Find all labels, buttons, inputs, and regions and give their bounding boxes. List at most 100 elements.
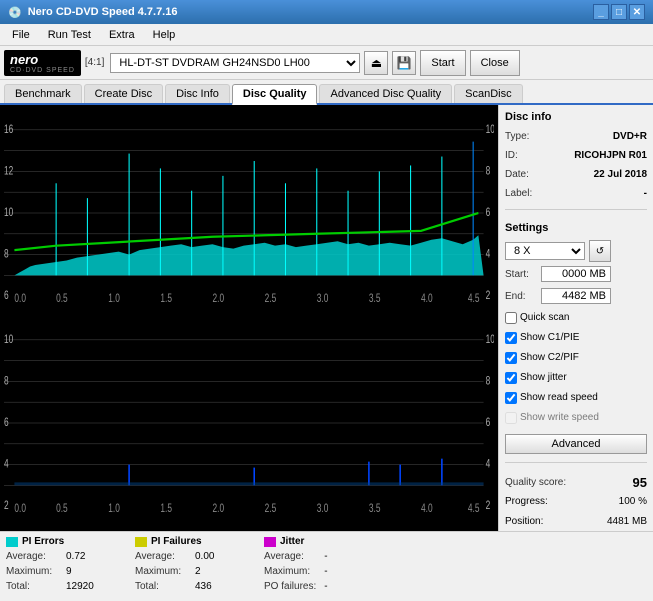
checkbox-c2-pif[interactable]: Show C2/PIF (505, 350, 647, 366)
pi-errors-total-value: 12920 (66, 579, 106, 594)
stat-group-pi-errors: PI Errors Average: 0.72 Maximum: 9 Total… (6, 536, 106, 594)
disc-date-value: 22 Jul 2018 (594, 167, 647, 182)
menu-extra[interactable]: Extra (101, 27, 143, 43)
close-button[interactable]: Close (470, 50, 520, 76)
svg-text:1.0: 1.0 (108, 503, 120, 516)
logo-subtext: CD·DVD SPEED (10, 67, 75, 74)
start-button[interactable]: Start (420, 50, 465, 76)
save-icon[interactable]: 💾 (392, 51, 416, 75)
jitter-color-box (264, 537, 276, 547)
checkbox-quick-scan[interactable]: Quick scan (505, 310, 647, 326)
speed-row: 8 X ↺ (505, 240, 647, 262)
refresh-icon[interactable]: ↺ (589, 240, 611, 262)
menu-help[interactable]: Help (145, 27, 184, 43)
svg-text:6: 6 (4, 417, 9, 430)
svg-text:2.0: 2.0 (213, 503, 225, 516)
tab-benchmark[interactable]: Benchmark (4, 84, 82, 103)
svg-text:8: 8 (486, 375, 491, 388)
svg-text:8: 8 (486, 165, 491, 178)
position-value: 4481 MB (607, 514, 647, 530)
pi-errors-label: PI Errors (22, 536, 64, 547)
disc-date-label: Date: (505, 167, 529, 182)
app-icon: 💿 (8, 6, 22, 19)
tab-disc-quality[interactable]: Disc Quality (232, 84, 318, 105)
c1-pie-label: Show C1/PIE (520, 330, 579, 346)
jitter-avg-value: - (324, 549, 364, 564)
svg-text:0.5: 0.5 (56, 293, 68, 306)
pi-errors-avg: Average: 0.72 (6, 549, 106, 564)
svg-text:10: 10 (486, 124, 494, 137)
svg-text:2: 2 (486, 290, 491, 303)
drive-select[interactable]: HL-DT-ST DVDRAM GH24NSD0 LH00 (110, 53, 360, 73)
jitter-max: Maximum: - (264, 564, 364, 579)
position-row: Position: 4481 MB (505, 514, 647, 530)
close-window-button[interactable]: ✕ (629, 4, 645, 20)
tab-create-disc[interactable]: Create Disc (84, 84, 163, 103)
eject-icon[interactable]: ⏏ (364, 51, 388, 75)
svg-text:0.5: 0.5 (56, 503, 68, 516)
pi-errors-color-box (6, 537, 18, 547)
jitter-po: PO failures: - (264, 579, 364, 594)
end-input[interactable] (541, 288, 611, 304)
maximize-button[interactable]: □ (611, 4, 627, 20)
progress-row: Progress: 100 % (505, 494, 647, 510)
svg-text:0.0: 0.0 (14, 293, 26, 306)
menu-file[interactable]: File (4, 27, 38, 43)
start-input[interactable] (541, 266, 611, 282)
advanced-button[interactable]: Advanced (505, 434, 647, 454)
stat-group-pi-failures: PI Failures Average: 0.00 Maximum: 2 Tot… (135, 536, 235, 594)
svg-text:3.5: 3.5 (369, 503, 381, 516)
svg-text:1.5: 1.5 (160, 293, 172, 306)
pi-errors-max: Maximum: 9 (6, 564, 106, 579)
stat-jitter-title: Jitter (264, 536, 364, 547)
checkbox-jitter[interactable]: Show jitter (505, 370, 647, 386)
tab-advanced-disc-quality[interactable]: Advanced Disc Quality (319, 84, 452, 103)
progress-label: Progress: (505, 494, 548, 510)
disc-info-title: Disc info (505, 111, 647, 123)
svg-text:2: 2 (486, 500, 491, 513)
svg-text:3.0: 3.0 (317, 503, 329, 516)
jitter-max-value: - (324, 564, 364, 579)
pi-failures-color-box (135, 537, 147, 547)
pi-failures-avg-label: Average: (135, 549, 175, 564)
position-label: Position: (505, 514, 543, 530)
main-content: 10 8 6 4 2 16 12 10 8 6 (0, 105, 653, 531)
svg-text:1.5: 1.5 (160, 503, 172, 516)
svg-text:12: 12 (4, 165, 14, 178)
jitter-po-value: - (324, 579, 364, 594)
svg-text:8: 8 (4, 248, 9, 261)
read-speed-checkbox[interactable] (505, 392, 517, 404)
checkbox-c1-pie[interactable]: Show C1/PIE (505, 330, 647, 346)
disc-type-value: DVD+R (613, 129, 647, 144)
speed-select[interactable]: 8 X (505, 242, 585, 260)
tab-disc-info[interactable]: Disc Info (165, 84, 230, 103)
chart2-svg: 10 8 6 4 2 10 8 6 4 2 0.0 0.5 (4, 319, 494, 527)
menu-bar: File Run Test Extra Help (0, 24, 653, 46)
pi-errors-max-value: 9 (66, 564, 106, 579)
svg-text:2.0: 2.0 (213, 293, 225, 306)
jitter-max-label: Maximum: (264, 564, 310, 579)
svg-text:4: 4 (4, 458, 9, 471)
svg-text:3.5: 3.5 (369, 293, 381, 306)
menu-run-test[interactable]: Run Test (40, 27, 99, 43)
read-speed-label: Show read speed (520, 390, 598, 406)
checkbox-write-speed: Show write speed (505, 410, 647, 426)
svg-text:1.0: 1.0 (108, 293, 120, 306)
pi-failures-max: Maximum: 2 (135, 564, 235, 579)
quick-scan-label: Quick scan (520, 310, 569, 326)
pi-failures-total-label: Total: (135, 579, 159, 594)
start-mb-row: Start: (505, 266, 647, 282)
svg-text:6: 6 (486, 417, 491, 430)
pi-failures-max-value: 2 (195, 564, 235, 579)
svg-text:4.0: 4.0 (421, 503, 433, 516)
c2-pif-checkbox[interactable] (505, 352, 517, 364)
c1-pie-checkbox[interactable] (505, 332, 517, 344)
quick-scan-checkbox[interactable] (505, 312, 517, 324)
checkbox-read-speed[interactable]: Show read speed (505, 390, 647, 406)
disc-id-value: RICOHJPN R01 (574, 148, 647, 163)
tab-scan-disc[interactable]: ScanDisc (454, 84, 522, 103)
minimize-button[interactable]: _ (593, 4, 609, 20)
jitter-checkbox[interactable] (505, 372, 517, 384)
title-bar-controls[interactable]: _ □ ✕ (593, 4, 645, 20)
pi-errors-max-label: Maximum: (6, 564, 52, 579)
